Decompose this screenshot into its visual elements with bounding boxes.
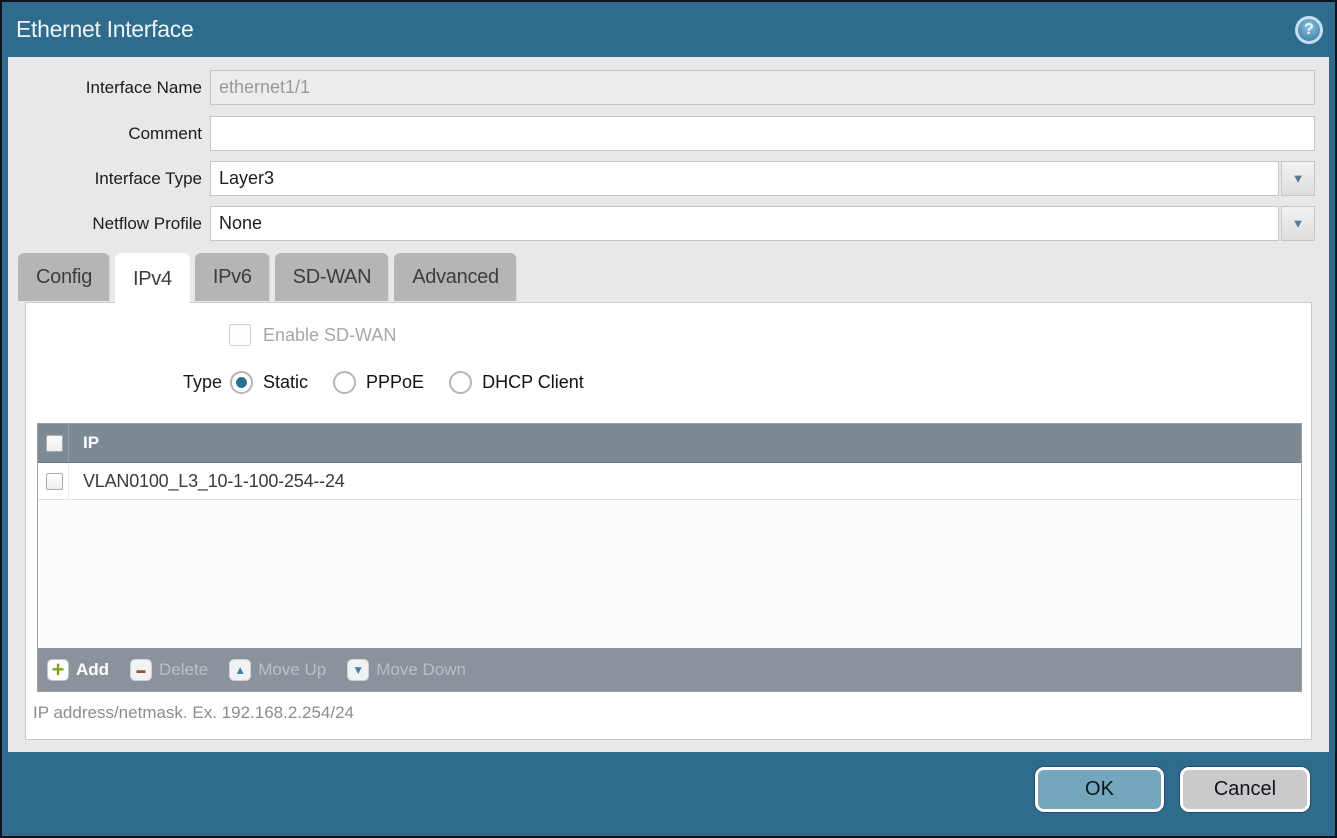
enable-sdwan-row: Enable SD-WAN [229, 324, 396, 346]
move-up-icon: ▲ [229, 659, 251, 681]
netflow-profile-dropdown-button[interactable]: ▼ [1281, 206, 1315, 241]
tab-config[interactable]: Config [18, 253, 110, 301]
radio-static[interactable] [230, 371, 253, 394]
radio-pppoe-label: PPPoE [366, 372, 424, 393]
row-checkbox[interactable] [46, 473, 63, 490]
comment-input[interactable] [210, 116, 1315, 151]
interface-type-dropdown-button[interactable]: ▼ [1281, 161, 1315, 196]
move-up-button: ▲ Move Up [229, 659, 326, 681]
interface-name-label: Interface Name [8, 70, 202, 105]
tab-config-label: Config [36, 266, 92, 289]
table-row[interactable]: VLAN0100_L3_10-1-100-254--24 [38, 463, 1301, 500]
add-icon: + [47, 659, 69, 681]
row-checkbox-cell [38, 463, 69, 499]
radio-pppoe[interactable] [333, 371, 356, 394]
ip-cell: VLAN0100_L3_10-1-100-254--24 [69, 471, 345, 492]
cancel-button[interactable]: Cancel [1180, 767, 1310, 812]
move-down-button-label: Move Down [376, 660, 466, 680]
radio-dhcp-client-label: DHCP Client [482, 372, 584, 393]
enable-sdwan-label: Enable SD-WAN [263, 325, 396, 346]
tab-sdwan[interactable]: SD-WAN [275, 253, 390, 301]
comment-row: Comment [8, 116, 1315, 151]
table-toolbar: + Add ▬ Delete ▲ Move Up ▼ Move Down [38, 648, 1301, 691]
delete-button: ▬ Delete [130, 659, 208, 681]
tab-advanced-label: Advanced [412, 266, 499, 289]
help-icon[interactable]: ? [1295, 16, 1323, 44]
netflow-profile-combo: ▼ [210, 206, 1315, 241]
ip-table-header: IP [38, 424, 1301, 463]
select-all-checkbox[interactable] [46, 435, 63, 452]
delete-button-label: Delete [159, 660, 208, 680]
tab-advanced[interactable]: Advanced [394, 253, 517, 301]
comment-label: Comment [8, 116, 202, 151]
add-button[interactable]: + Add [47, 659, 109, 681]
interface-type-combo: ▼ [210, 161, 1315, 196]
add-button-label: Add [76, 660, 109, 680]
move-down-button: ▼ Move Down [347, 659, 466, 681]
interface-type-input[interactable] [210, 161, 1279, 196]
tab-ipv4[interactable]: IPv4 [115, 253, 190, 306]
type-label: Type [26, 372, 222, 393]
table-empty-area [38, 500, 1301, 648]
move-down-icon: ▼ [347, 659, 369, 681]
dialog-footer: OK Cancel [2, 752, 1335, 836]
type-radio-row: Type Static PPPoE DHCP Client [26, 371, 584, 394]
move-up-button-label: Move Up [258, 660, 326, 680]
interface-type-label: Interface Type [8, 161, 202, 196]
netflow-profile-input[interactable] [210, 206, 1279, 241]
tab-ipv6-label: IPv6 [213, 266, 252, 289]
ip-helper-text: IP address/netmask. Ex. 192.168.2.254/24 [33, 703, 354, 723]
dialog-title: Ethernet Interface [16, 16, 193, 43]
radio-dhcp-client[interactable] [449, 371, 472, 394]
tab-ipv4-label: IPv4 [133, 268, 172, 291]
interface-type-row: Interface Type ▼ [8, 161, 1315, 196]
ok-button[interactable]: OK [1035, 767, 1164, 812]
ethernet-interface-dialog: Ethernet Interface ? Interface Name Comm… [0, 0, 1337, 838]
netflow-profile-row: Netflow Profile ▼ [8, 206, 1315, 241]
interface-name-row: Interface Name [8, 70, 1315, 105]
dialog-body: Interface Name Comment Interface Type ▼ … [8, 57, 1329, 752]
radio-static-label: Static [263, 372, 308, 393]
ip-address-table: IP VLAN0100_L3_10-1-100-254--24 + Add ▬ [37, 423, 1302, 692]
tab-strip: Config IPv4 IPv6 SD-WAN Advanced [18, 253, 517, 306]
netflow-profile-label: Netflow Profile [8, 206, 202, 241]
interface-name-input [210, 70, 1315, 105]
select-all-cell [38, 424, 69, 462]
tab-sdwan-label: SD-WAN [293, 266, 372, 289]
chevron-down-icon: ▼ [1292, 171, 1305, 186]
ip-column-header: IP [69, 433, 99, 453]
delete-icon: ▬ [130, 659, 152, 681]
chevron-down-icon: ▼ [1292, 216, 1305, 231]
enable-sdwan-checkbox [229, 324, 251, 346]
ipv4-tab-panel: Enable SD-WAN Type Static PPPoE DHCP Cli… [25, 302, 1312, 740]
tab-ipv6[interactable]: IPv6 [195, 253, 270, 301]
dialog-titlebar: Ethernet Interface ? [2, 2, 1335, 57]
